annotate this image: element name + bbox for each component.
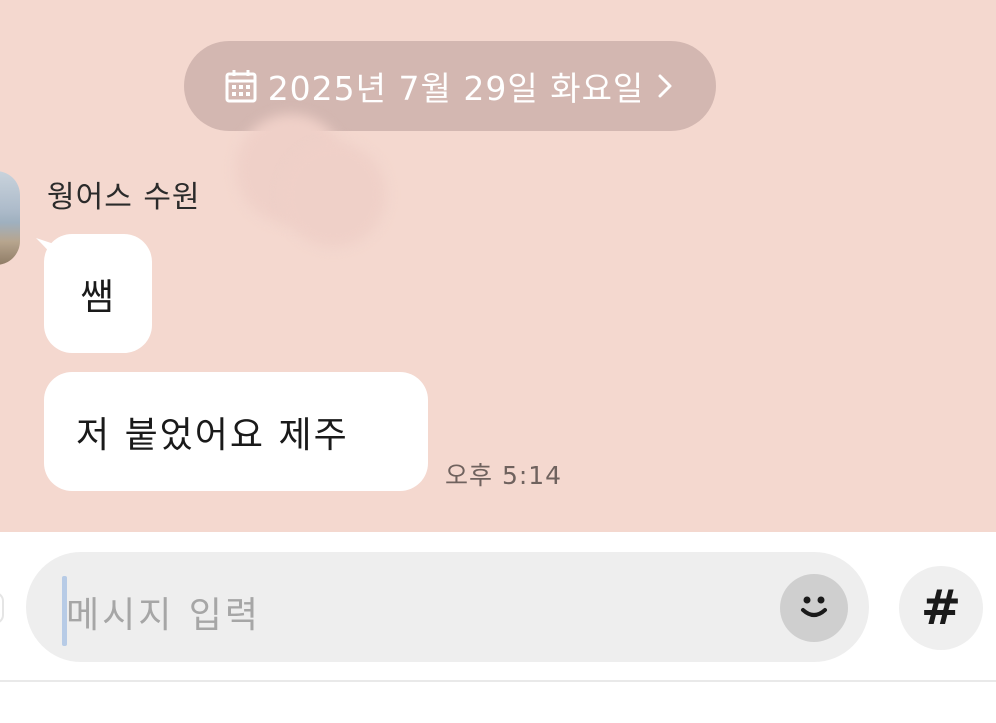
date-text: 2025년 7월 29일 화요일: [267, 69, 645, 108]
chat-area: 2025년 7월 29일 화요일 웡어스 수원 쌤 저 붙었어요 제주 오후 5…: [0, 0, 996, 532]
message-timestamp: 오후 5:14: [445, 461, 563, 490]
message-bubble[interactable]: 쌤: [44, 234, 152, 353]
chevron-right-icon: [654, 71, 676, 101]
emoji-button[interactable]: [780, 574, 848, 642]
bottom-area: [0, 682, 996, 723]
blurred-redaction: [236, 114, 386, 250]
smiley-icon: [792, 584, 836, 632]
message-text: 쌤: [80, 276, 116, 318]
sender-name: 웡어스 수원: [47, 180, 201, 215]
message-input-placeholder: 메시지 입력: [66, 595, 262, 636]
message-text: 저 붙었어요 제주: [76, 414, 349, 456]
hashtag-label: #: [920, 580, 962, 636]
message-bubble[interactable]: 저 붙었어요 제주: [44, 372, 428, 491]
avatar[interactable]: [0, 171, 20, 265]
hashtag-button[interactable]: #: [899, 566, 983, 650]
calendar-icon: [224, 68, 258, 104]
date-header-button[interactable]: 2025년 7월 29일 화요일: [184, 41, 716, 131]
